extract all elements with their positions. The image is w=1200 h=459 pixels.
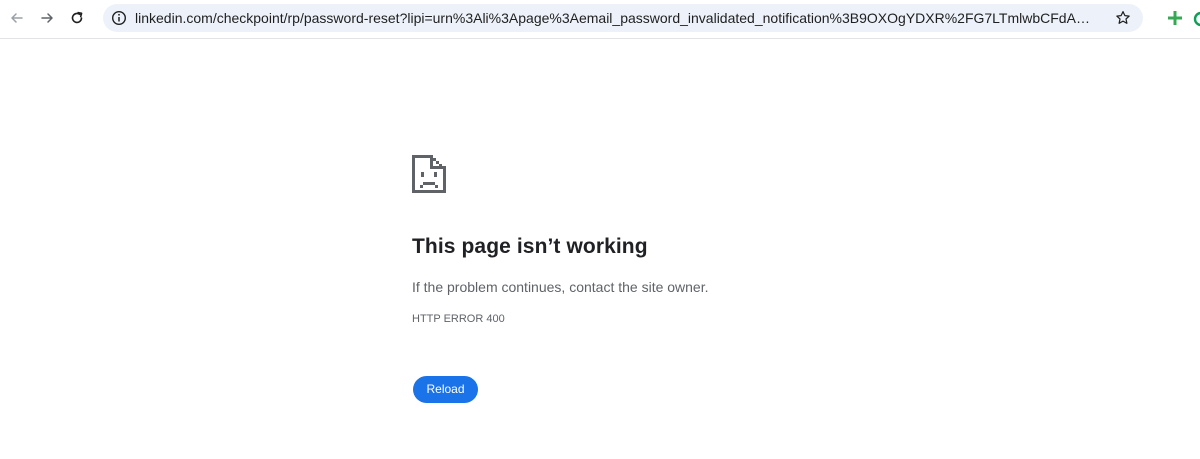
star-icon bbox=[1116, 11, 1130, 24]
reload-page-button[interactable]: Reload bbox=[413, 376, 478, 403]
sad-page-icon bbox=[412, 155, 446, 193]
arrow-left-icon bbox=[11, 13, 23, 23]
address-bar[interactable]: linkedin.com/checkpoint/rp/password-rese… bbox=[103, 4, 1143, 32]
plus-extension-icon[interactable] bbox=[1166, 9, 1184, 27]
back-button[interactable] bbox=[4, 5, 30, 31]
error-description: If the problem continues, contact the si… bbox=[412, 279, 709, 295]
browser-toolbar: linkedin.com/checkpoint/rp/password-rese… bbox=[0, 0, 1200, 39]
reload-icon bbox=[71, 11, 83, 24]
error-code: HTTP ERROR 400 bbox=[412, 313, 505, 325]
extension-icon[interactable] bbox=[1192, 10, 1200, 28]
url-text[interactable]: linkedin.com/checkpoint/rp/password-rese… bbox=[135, 4, 1099, 32]
bookmark-button[interactable] bbox=[1113, 8, 1133, 28]
error-title: This page isn’t working bbox=[412, 235, 648, 258]
info-icon bbox=[111, 10, 127, 26]
reload-button[interactable] bbox=[64, 5, 90, 31]
site-info-button[interactable] bbox=[108, 7, 130, 29]
forward-button[interactable] bbox=[34, 5, 60, 31]
arrow-right-icon bbox=[41, 13, 53, 23]
